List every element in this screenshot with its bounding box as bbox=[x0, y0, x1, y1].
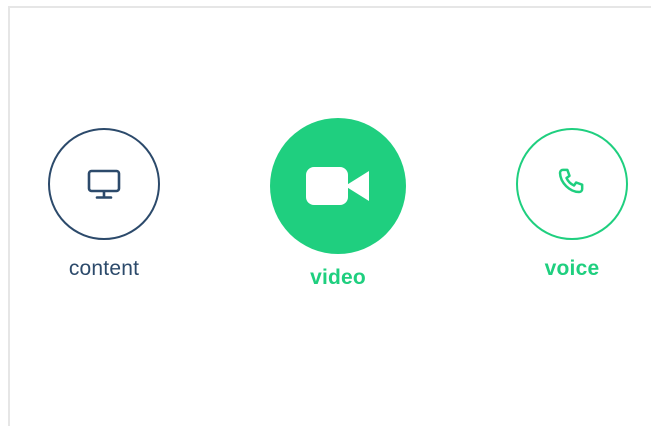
content-option[interactable]: content bbox=[47, 128, 161, 281]
content-button[interactable] bbox=[48, 128, 160, 240]
video-camera-icon bbox=[306, 167, 369, 205]
video-label: video bbox=[310, 266, 366, 289]
phone-icon bbox=[558, 168, 584, 194]
voice-button[interactable] bbox=[516, 128, 628, 240]
content-label: content bbox=[68, 257, 140, 280]
video-button[interactable] bbox=[270, 118, 406, 254]
voice-label: voice bbox=[544, 257, 600, 280]
video-option[interactable]: video bbox=[269, 118, 407, 290]
voice-option[interactable]: voice bbox=[515, 128, 629, 281]
monitor-icon bbox=[87, 169, 121, 199]
